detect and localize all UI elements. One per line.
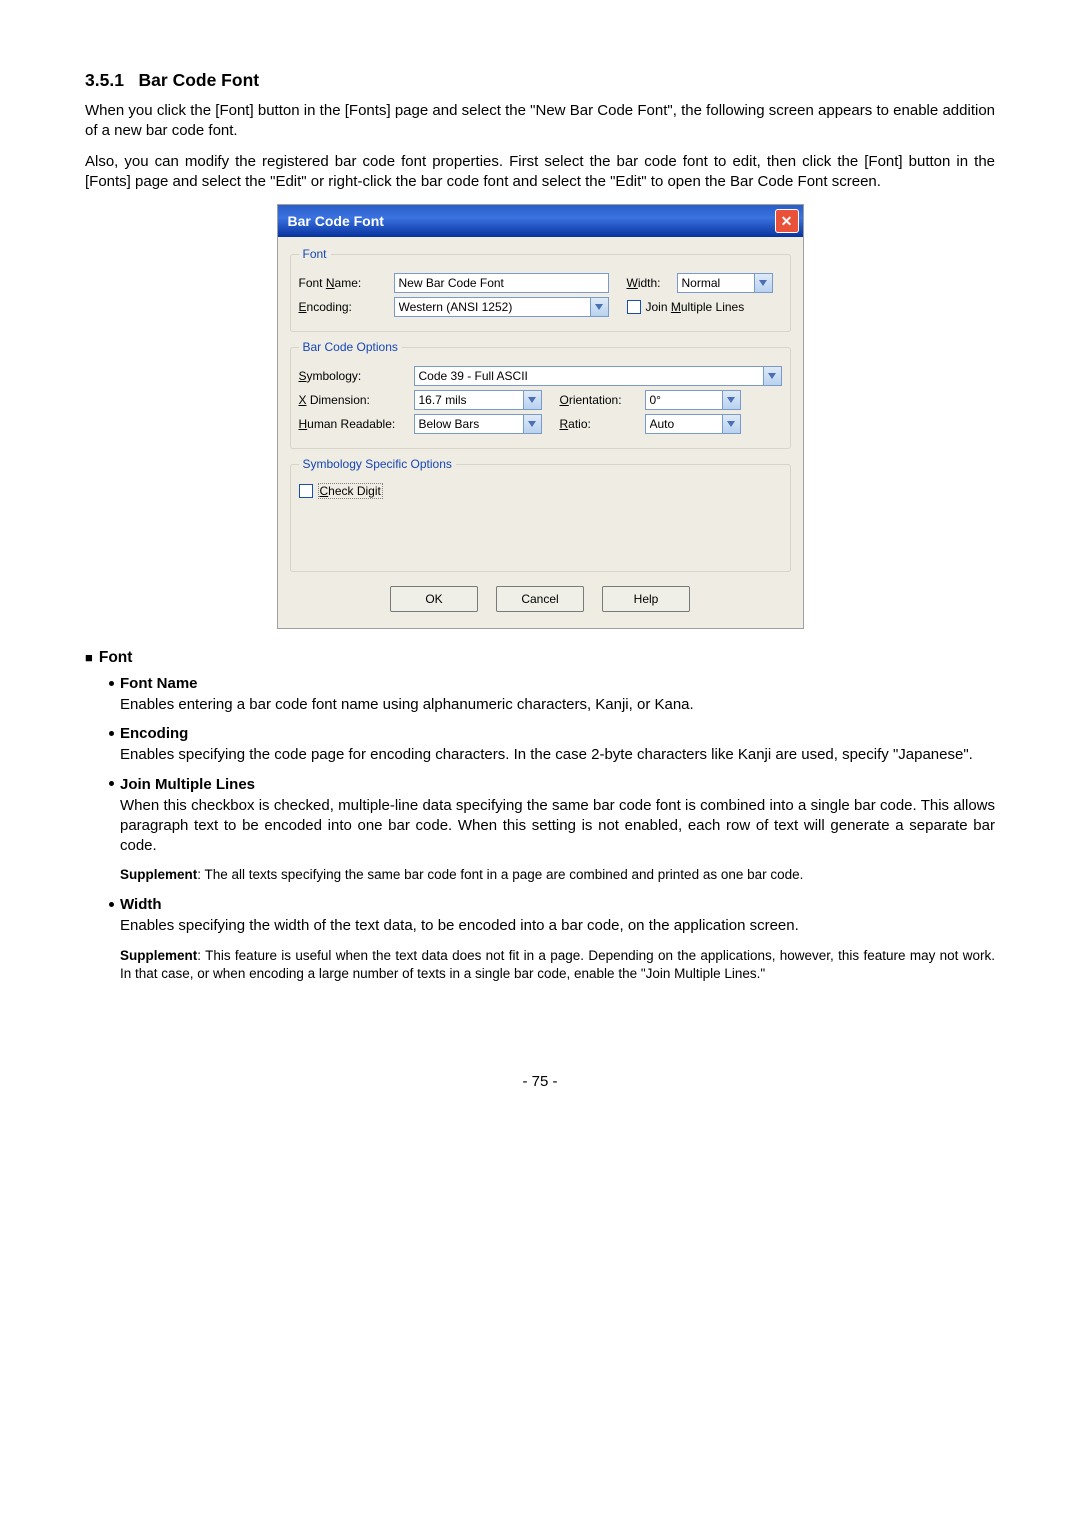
cancel-button[interactable]: Cancel bbox=[496, 586, 584, 612]
join-multiple-lines-supplement: Supplement: The all texts specifying the… bbox=[120, 866, 995, 884]
symbology-combo[interactable] bbox=[414, 366, 782, 386]
width-label: Width: bbox=[627, 276, 677, 290]
check-digit-checkbox[interactable] bbox=[299, 484, 313, 498]
join-multiple-lines-item-text: When this checkbox is checked, multiple-… bbox=[120, 796, 995, 857]
bullet-icon bbox=[109, 731, 114, 736]
join-multiple-lines-checkbox[interactable] bbox=[627, 300, 641, 314]
human-readable-combo[interactable] bbox=[414, 414, 542, 434]
encoding-combo[interactable] bbox=[394, 297, 609, 317]
join-multiple-lines-label: Join Multiple Lines bbox=[646, 300, 745, 314]
bar-code-options-group: Bar Code Options Symbology: X Dimension:… bbox=[290, 340, 791, 449]
join-multiple-lines-item-header: Join Multiple Lines bbox=[109, 776, 995, 793]
encoding-label: Encoding: bbox=[299, 300, 394, 314]
font-name-item-header: Font Name bbox=[109, 675, 995, 692]
page-number: - 75 - bbox=[85, 1073, 995, 1090]
human-readable-label: Human Readable: bbox=[299, 417, 414, 431]
ratio-combo[interactable] bbox=[645, 414, 741, 434]
chevron-down-icon[interactable] bbox=[524, 414, 542, 434]
width-combo[interactable] bbox=[677, 273, 773, 293]
section-heading: 3.5.1 Bar Code Font bbox=[85, 70, 995, 91]
help-button[interactable]: Help bbox=[602, 586, 690, 612]
font-section-header: ■Font bbox=[85, 649, 995, 667]
chevron-down-icon[interactable] bbox=[524, 390, 542, 410]
font-legend: Font bbox=[299, 247, 331, 261]
font-name-input[interactable] bbox=[394, 273, 609, 293]
intro-paragraph-1: When you click the [Font] button in the … bbox=[85, 101, 995, 142]
chevron-down-icon[interactable] bbox=[723, 414, 741, 434]
ok-button[interactable]: OK bbox=[390, 586, 478, 612]
bullet-icon bbox=[109, 902, 114, 907]
check-digit-label: Check Digit bbox=[318, 483, 383, 499]
bullet-icon bbox=[109, 781, 114, 786]
encoding-item-header: Encoding bbox=[109, 725, 995, 742]
symbology-label: Symbology: bbox=[299, 369, 414, 383]
chevron-down-icon[interactable] bbox=[755, 273, 773, 293]
chevron-down-icon[interactable] bbox=[764, 366, 782, 386]
width-supplement: Supplement: This feature is useful when … bbox=[120, 947, 995, 983]
orientation-combo[interactable] bbox=[645, 390, 741, 410]
close-icon[interactable]: ✕ bbox=[775, 209, 799, 233]
dialog-titlebar: Bar Code Font ✕ bbox=[278, 205, 803, 237]
dialog-title: Bar Code Font bbox=[288, 213, 384, 229]
x-dimension-label: X Dimension: bbox=[299, 393, 414, 407]
width-item-header: Width bbox=[109, 896, 995, 913]
intro-paragraph-2: Also, you can modify the registered bar … bbox=[85, 152, 995, 193]
orientation-label: Orientation: bbox=[560, 393, 645, 407]
ratio-label: Ratio: bbox=[560, 417, 645, 431]
x-dimension-combo[interactable] bbox=[414, 390, 542, 410]
font-name-item-text: Enables entering a bar code font name us… bbox=[120, 695, 995, 715]
symbology-specific-options-group: Symbology Specific Options Check Digit bbox=[290, 457, 791, 572]
bar-code-font-dialog: Bar Code Font ✕ Font Font Name: Width: E… bbox=[277, 204, 804, 629]
chevron-down-icon[interactable] bbox=[723, 390, 741, 410]
symbology-specific-options-legend: Symbology Specific Options bbox=[299, 457, 456, 471]
bullet-icon bbox=[109, 681, 114, 686]
bar-code-options-legend: Bar Code Options bbox=[299, 340, 402, 354]
font-group: Font Font Name: Width: Encoding: Join Mu… bbox=[290, 247, 791, 332]
width-item-text: Enables specifying the width of the text… bbox=[120, 916, 995, 936]
chevron-down-icon[interactable] bbox=[591, 297, 609, 317]
square-bullet-icon: ■ bbox=[85, 650, 93, 665]
encoding-item-text: Enables specifying the code page for enc… bbox=[120, 745, 995, 765]
font-name-label: Font Name: bbox=[299, 276, 394, 290]
